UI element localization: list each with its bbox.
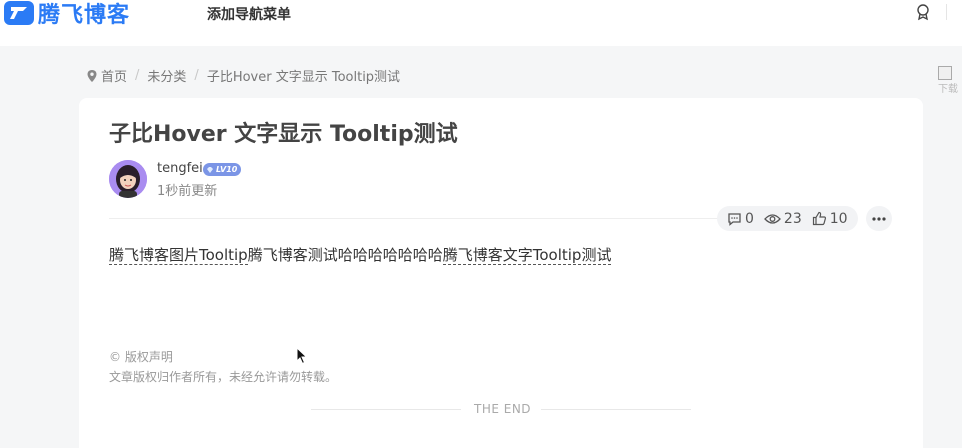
copyright-text: 文章版权归作者所有，未经允许请勿转载。: [109, 370, 338, 384]
end-divider-left: [311, 409, 461, 410]
diamond-icon: [207, 166, 213, 173]
author-name[interactable]: tengfei: [157, 161, 203, 176]
image-tooltip-link[interactable]: 腾飞博客图片Tooltip: [109, 246, 248, 265]
copyright-heading: © 版权声明: [109, 350, 173, 364]
more-dots-icon: [872, 216, 886, 221]
logo-mark-icon: [4, 1, 34, 25]
thumbs-up-icon: [812, 211, 826, 226]
article-card: 子比Hover 文字显示 Tooltip测试 tengfei LV10 1秒前更…: [79, 98, 923, 448]
article-stats: 0 23 10: [717, 206, 858, 231]
view-count: 23: [764, 211, 802, 227]
comment-icon: [728, 212, 741, 226]
top-navbar: 腾飞博客 添加导航菜单: [0, 0, 962, 46]
breadcrumb-separator: /: [194, 68, 199, 83]
breadcrumb-category[interactable]: 未分类: [147, 66, 186, 85]
level-badge: LV10: [203, 163, 242, 176]
like-count[interactable]: 10: [812, 211, 848, 227]
breadcrumb-separator: /: [135, 68, 140, 83]
text-tooltip-link[interactable]: 腾飞博客文字Tooltip测试: [442, 246, 612, 265]
location-pin-icon: [87, 69, 97, 82]
the-end-label: THE END: [474, 402, 532, 416]
mouse-cursor-icon: [296, 347, 308, 365]
breadcrumb-current: 子比Hover 文字显示 Tooltip测试: [206, 70, 401, 85]
end-divider-right: [541, 409, 691, 410]
comment-count[interactable]: 0: [727, 211, 754, 227]
add-nav-menu-link[interactable]: 添加导航菜单: [207, 4, 291, 24]
award-icon[interactable]: [914, 3, 932, 21]
eye-icon: [764, 213, 781, 224]
breadcrumb-home[interactable]: 首页: [101, 66, 127, 85]
article-content: 腾飞博客图片Tooltip腾飞博客测试哈哈哈哈哈哈哈腾飞博客文字Tooltip测…: [109, 244, 612, 265]
updated-time: 1秒前更新: [157, 184, 218, 199]
site-logo[interactable]: 腾飞博客: [4, 0, 131, 28]
breadcrumb: 首页 / 未分类 / 子比Hover 文字显示 Tooltip测试: [86, 66, 400, 85]
broken-image-icon: [938, 66, 952, 80]
image-alt-text: 下载: [938, 84, 958, 95]
content-text: 腾飞博客测试哈哈哈哈哈哈哈: [247, 246, 443, 264]
meta-divider: [109, 218, 719, 219]
side-banner-image[interactable]: 下载: [936, 64, 962, 104]
level-text: LV10: [216, 165, 238, 174]
author-avatar[interactable]: [109, 160, 147, 198]
more-options-button[interactable]: [866, 206, 892, 231]
article-title: 子比Hover 文字显示 Tooltip测试: [109, 122, 458, 147]
logo-text: 腾飞博客: [38, 3, 131, 28]
top-divider: [946, 4, 947, 20]
